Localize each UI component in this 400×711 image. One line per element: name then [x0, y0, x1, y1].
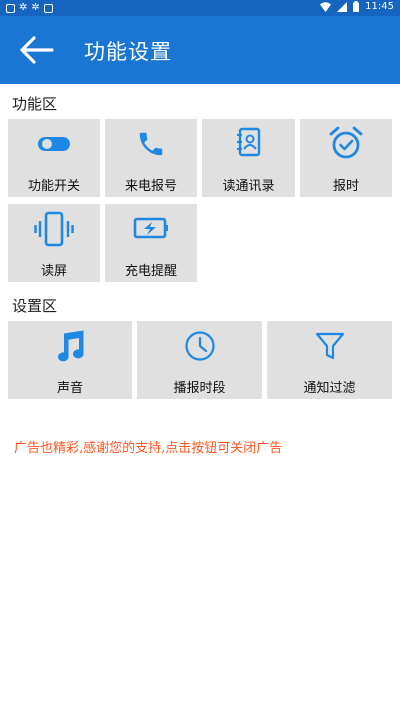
vibrating-phone-icon	[34, 211, 74, 247]
tile-screen-reader[interactable]: 读屏	[8, 204, 100, 282]
tile-label: 播报时段	[173, 381, 226, 396]
toggle-icon	[38, 137, 70, 151]
alarm-clock-icon	[329, 126, 363, 159]
tile-incoming-call[interactable]: 来电报号	[105, 119, 197, 197]
app-bar: 功能设置	[0, 16, 400, 84]
tile-notification-filter[interactable]: 通知过滤	[267, 321, 392, 399]
clock-icon	[184, 331, 215, 361]
tile-label: 读屏	[40, 264, 67, 279]
bug-icon: ✲	[31, 2, 40, 13]
tile-broadcast-period[interactable]: 播报时段	[137, 321, 262, 399]
back-arrow-icon[interactable]	[18, 34, 54, 66]
status-time: 11:45	[365, 1, 394, 12]
tile-label: 读通讯录	[222, 179, 275, 194]
tile-label: 充电提醒	[124, 264, 177, 279]
phone-icon	[139, 132, 163, 156]
music-note-icon	[58, 330, 84, 362]
filter-icon	[315, 332, 344, 360]
tile-time-report[interactable]: 报时	[300, 119, 392, 197]
wifi-icon	[320, 1, 332, 12]
section-title-functions: 功能区	[12, 95, 58, 113]
signal-icon	[337, 1, 348, 12]
tile-label: 功能开关	[27, 179, 80, 194]
tile-label: 通知过滤	[303, 381, 356, 396]
page-title: 功能设置	[84, 40, 172, 64]
tile-label: 声音	[56, 381, 83, 396]
tile-label: 报时	[332, 179, 359, 194]
notification-square-icon	[6, 3, 15, 13]
contacts-icon	[236, 127, 260, 157]
tile-sound[interactable]: 声音	[8, 321, 132, 399]
section-title-settings: 设置区	[12, 297, 58, 315]
tile-charge-reminder[interactable]: 充电提醒	[105, 204, 197, 282]
bug-icon: ✲	[19, 2, 28, 13]
notification-box-icon	[43, 3, 53, 13]
status-bar: ✲ ✲ 11:45	[0, 0, 400, 16]
status-left-icons: ✲ ✲	[6, 2, 53, 14]
battery-charging-icon	[133, 217, 168, 239]
ad-notice[interactable]: 广告也精彩,感谢您的支持,点击按钮可关闭广告	[14, 437, 282, 456]
tile-function-switch[interactable]: 功能开关	[8, 119, 100, 197]
battery-icon	[353, 1, 360, 12]
status-right-icons: 11:45	[320, 1, 394, 12]
tile-read-contacts[interactable]: 读通讯录	[202, 119, 295, 197]
tile-label: 来电报号	[124, 179, 177, 194]
